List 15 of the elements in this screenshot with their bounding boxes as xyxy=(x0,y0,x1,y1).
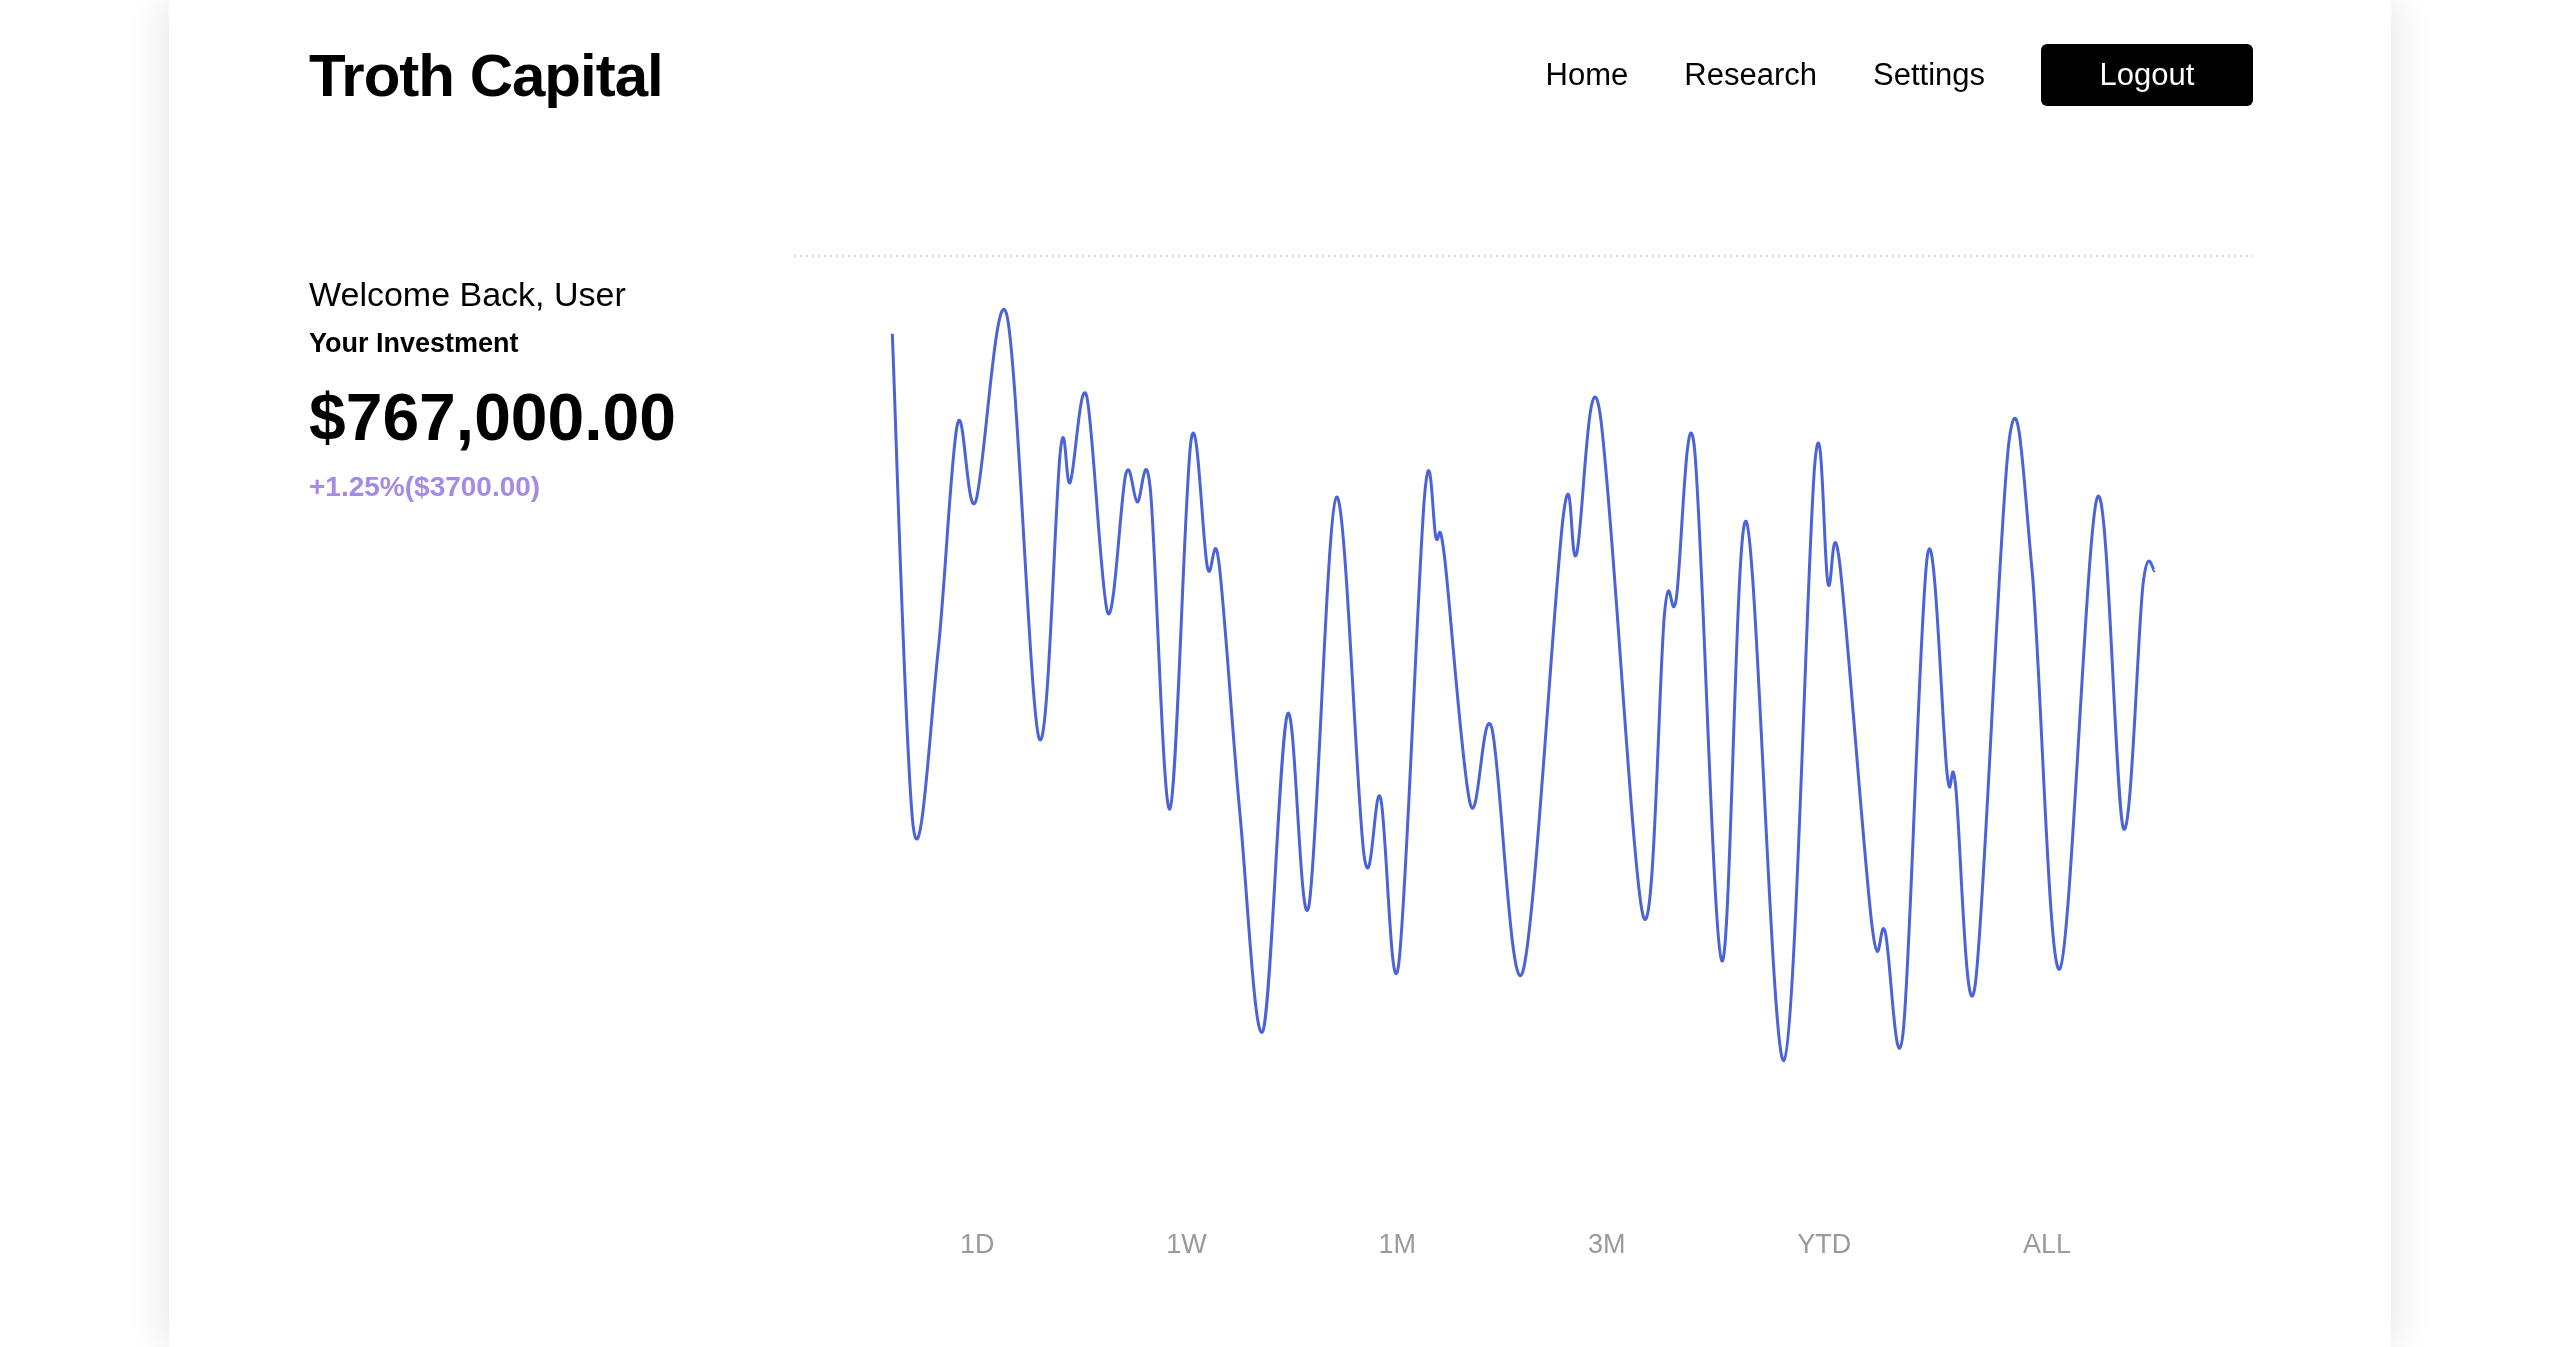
nav-link[interactable]: Home xyxy=(1545,57,1629,93)
change-text: +1.25%($3700.00) xyxy=(309,471,542,503)
nav-link[interactable]: Settings xyxy=(1873,57,1985,93)
investment-amount: $767,000.00 xyxy=(309,379,678,455)
range-button[interactable]: YTD xyxy=(1789,1225,1860,1264)
logout-button[interactable]: Logout xyxy=(2041,44,2253,106)
range-button[interactable]: 1D xyxy=(951,1225,1003,1264)
range-button[interactable]: 1M xyxy=(1370,1225,1425,1264)
greeting-text: Welcome Back, User xyxy=(309,275,627,314)
range-button[interactable]: ALL xyxy=(2015,1225,2080,1264)
range-button[interactable]: 3M xyxy=(1579,1225,1634,1264)
nav-link[interactable]: Research xyxy=(1684,57,1817,93)
subtitle-text: Your Investment xyxy=(309,328,520,359)
brand-title: Troth Capital xyxy=(309,40,663,110)
range-button[interactable]: 1W xyxy=(1158,1225,1215,1264)
